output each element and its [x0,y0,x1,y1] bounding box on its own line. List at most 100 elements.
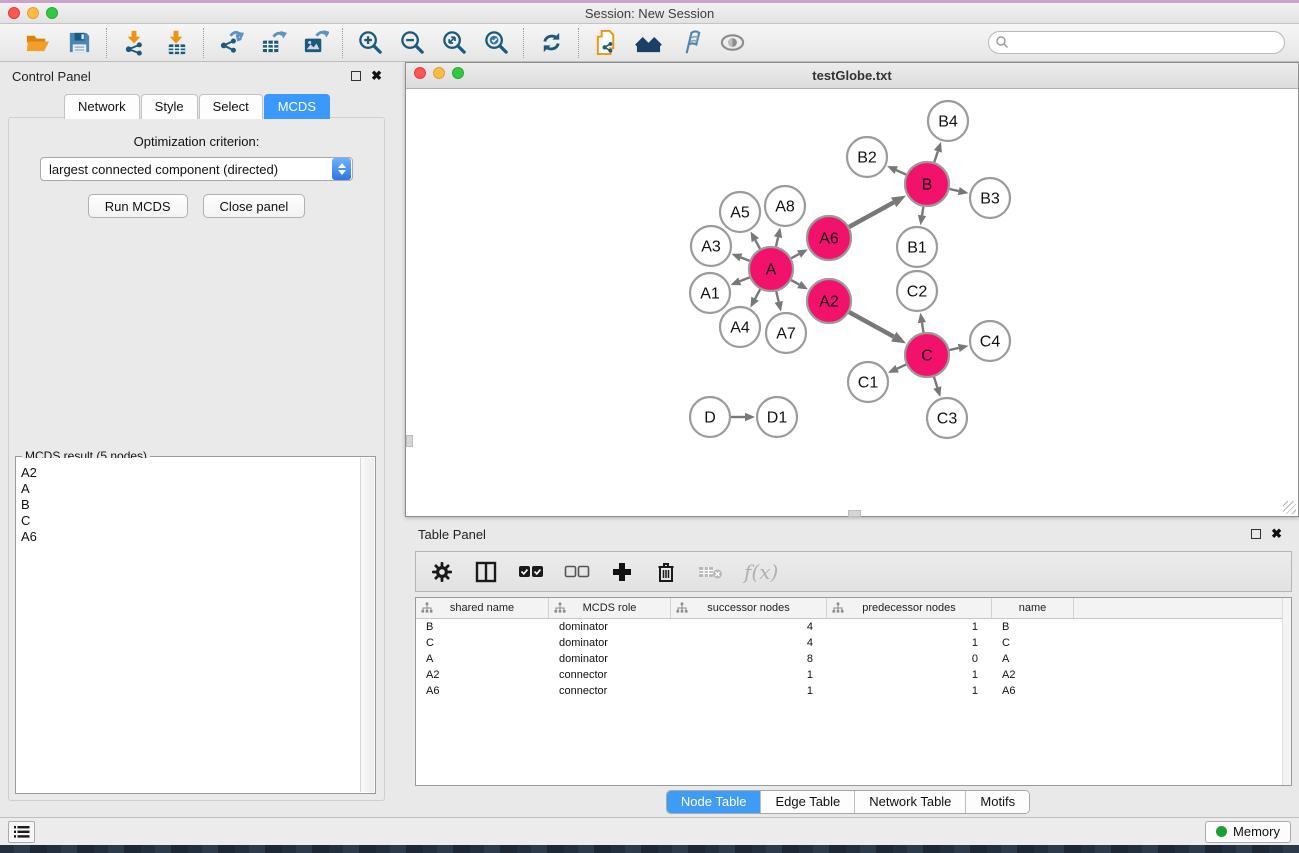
table-cell[interactable]: 1 [827,669,992,681]
tab-network-table[interactable]: Network Table [855,791,966,813]
table-row[interactable]: Adominator80A [416,651,1291,667]
edge-A6-B[interactable] [849,202,894,227]
memory-button[interactable]: Memory [1205,821,1291,843]
export-image-icon[interactable] [298,28,332,58]
network-minimize-button[interactable] [433,67,445,79]
tab-network[interactable]: Network [64,94,140,119]
result-item[interactable]: A6 [21,529,360,545]
minimize-window-button[interactable] [27,7,39,19]
edge-C-C3[interactable] [934,377,937,388]
graph-node-A1[interactable]: A1 [690,273,730,313]
table-cell[interactable]: A2 [416,669,549,681]
result-item[interactable]: C [21,513,360,529]
edge-B-B3[interactable] [949,189,958,191]
window-resize-grip[interactable] [1283,501,1296,514]
graph-node-B[interactable]: B [905,162,949,206]
splitter-handle-left[interactable] [406,435,413,447]
column-header-successor-nodes[interactable]: successor nodes [671,598,827,618]
maximize-window-button[interactable] [46,7,58,19]
graph-node-A6[interactable]: A6 [807,216,851,260]
toggle-graphics-details-icon[interactable] [673,28,707,58]
network-close-button[interactable] [414,67,426,79]
search-input[interactable] [988,31,1285,54]
result-item[interactable]: B [21,497,360,513]
network-maximize-button[interactable] [452,67,464,79]
table-cell[interactable]: 1 [827,621,992,633]
table-cell[interactable]: connector [549,685,671,697]
network-canvas[interactable]: AA1A2A3A4A5A6A7A8BB1B2B3B4CC1C2C3C4DD1 [406,89,1298,515]
column-header-name[interactable]: name [992,598,1074,618]
import-table-icon[interactable] [159,28,193,58]
graph-node-A4[interactable]: A4 [720,307,760,347]
column-header-predecessor-nodes[interactable]: predecessor nodes [827,598,992,618]
network-window-titlebar[interactable]: testGlobe.txt [406,63,1298,89]
table-row[interactable]: A6connector11A6 [416,683,1291,699]
table-cell[interactable]: 1 [671,685,827,697]
table-cell[interactable]: A [416,653,549,665]
table-cell[interactable]: 4 [671,637,827,649]
graph-node-A8[interactable]: A8 [765,186,805,226]
table-cell[interactable]: dominator [549,621,671,633]
graph-node-B1[interactable]: B1 [897,227,937,267]
tab-motifs[interactable]: Motifs [966,791,1029,813]
table-cell[interactable]: A6 [416,685,549,697]
table-row[interactable]: Cdominator41C [416,635,1291,651]
edge-A-A1[interactable] [740,277,750,281]
close-panel-icon[interactable]: ✖ [371,71,382,81]
ndex-home-icon[interactable] [631,28,665,58]
edge-A-A7[interactable] [776,291,778,301]
export-table-icon[interactable] [256,28,290,58]
table-cell[interactable]: 4 [671,621,827,633]
graph-node-C3[interactable]: C3 [927,398,967,438]
edge-B-B1[interactable] [922,207,923,216]
result-scrollbar[interactable] [360,458,374,792]
table-cell[interactable]: B [416,621,549,633]
table-scrollbar[interactable] [1282,598,1291,785]
graph-node-C4[interactable]: C4 [970,321,1010,361]
table-cell[interactable]: 0 [827,653,992,665]
close-panel-button[interactable]: Close panel [203,194,306,218]
close-table-panel-icon[interactable]: ✖ [1271,529,1282,539]
table-cell[interactable]: 1 [671,669,827,681]
save-session-icon[interactable] [62,28,96,58]
edge-A-A5[interactable] [755,240,760,249]
edge-A-A6[interactable] [791,254,799,258]
mcds-result-list[interactable]: A2ABCA6 [17,458,360,792]
table-cell[interactable]: B [992,621,1074,633]
run-mcds-button[interactable]: Run MCDS [88,194,188,218]
table-cell[interactable]: 1 [827,685,992,697]
edge-B-B2[interactable] [896,170,906,174]
table-settings-icon[interactable] [430,558,454,586]
tab-style[interactable]: Style [141,94,198,119]
float-panel-icon[interactable] [351,71,361,81]
graph-node-D1[interactable]: D1 [757,397,797,437]
edge-A-A4[interactable] [755,289,760,298]
tab-select[interactable]: Select [199,94,263,119]
splitter-handle-bottom[interactable] [848,510,861,517]
column-header-shared-name[interactable]: shared name [416,598,549,618]
graph-node-C[interactable]: C [905,333,949,377]
edge-B-B4[interactable] [934,151,938,162]
graph-node-A2[interactable]: A2 [807,279,851,323]
function-builder-icon[interactable]: f(x) [744,558,778,586]
import-network-icon[interactable] [117,28,151,58]
zoom-selected-icon[interactable] [479,28,513,58]
optimization-criterion-select[interactable]: largest connected component (directed) [40,157,353,181]
eye-icon[interactable] [715,28,749,58]
edge-A-A8[interactable] [776,237,778,246]
graph-node-C1[interactable]: C1 [848,362,888,402]
table-cell[interactable]: A2 [992,669,1074,681]
table-cell[interactable]: C [416,637,549,649]
column-layout-icon[interactable] [474,558,498,586]
edge-C-C1[interactable] [897,365,906,369]
table-cell[interactable]: dominator [549,637,671,649]
tab-node-table[interactable]: Node Table [667,791,762,813]
table-cell[interactable]: A [992,653,1074,665]
refresh-layout-icon[interactable] [534,28,568,58]
float-table-panel-icon[interactable] [1251,529,1261,539]
tab-mcds[interactable]: MCDS [264,94,330,119]
table-cell[interactable]: A6 [992,685,1074,697]
table-row[interactable]: A2connector11A2 [416,667,1291,683]
export-network-icon[interactable] [214,28,248,58]
table-cell[interactable]: 8 [671,653,827,665]
